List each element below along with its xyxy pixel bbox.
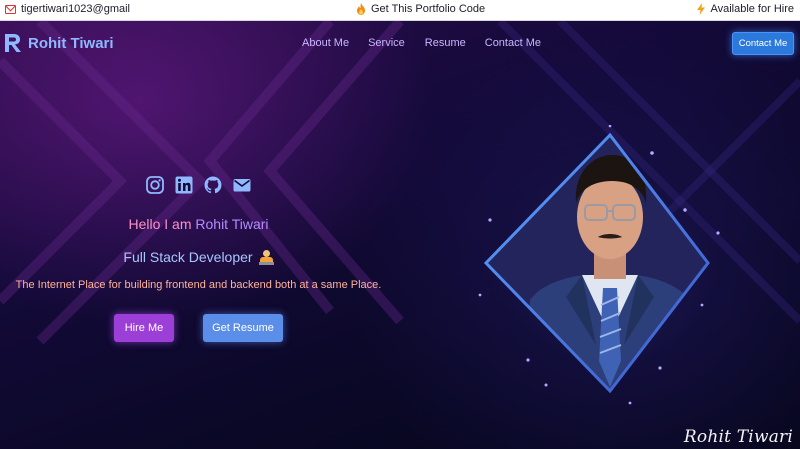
greeting-text: Hello I am xyxy=(128,216,192,232)
get-resume-button[interactable]: Get Resume xyxy=(203,314,283,342)
announcement-bar: tigertiwari1023@gmail Get This Portfolio… xyxy=(0,0,800,21)
linkedin-icon[interactable] xyxy=(174,175,194,195)
navbar: Rohit Tiwari About Me Service Resume Con… xyxy=(0,21,800,67)
available-for-hire: Available for Hire xyxy=(697,3,794,15)
fire-icon xyxy=(357,3,365,15)
logo-icon xyxy=(5,34,21,52)
portfolio-code-link[interactable]: Get This Portfolio Code xyxy=(356,3,485,15)
github-icon[interactable] xyxy=(203,175,223,195)
profile-portrait xyxy=(478,125,730,405)
role-title: Full Stack Developer xyxy=(123,249,253,265)
nav-link-about[interactable]: About Me xyxy=(302,37,349,49)
nav-link-service[interactable]: Service xyxy=(368,37,405,49)
social-links xyxy=(145,175,252,195)
nav-link-contact[interactable]: Contact Me xyxy=(485,37,541,49)
brand-logo[interactable]: Rohit Tiwari xyxy=(4,33,114,53)
email-icon[interactable] xyxy=(232,175,252,195)
greeting: Hello I am Rohit Tiwari xyxy=(0,216,397,232)
tagline: The Internet Place for building frontend… xyxy=(15,279,382,291)
email-link[interactable]: tigertiwari1023@gmail xyxy=(5,3,130,15)
available-for-hire-text: Available for Hire xyxy=(710,3,794,15)
nav-menu: About Me Service Resume Contact Me xyxy=(302,37,560,49)
hire-me-button[interactable]: Hire Me xyxy=(114,314,174,342)
email-text: tigertiwari1023@gmail xyxy=(21,3,130,15)
instagram-icon[interactable] xyxy=(145,175,165,195)
hero-name: Rohit Tiwari xyxy=(195,216,269,232)
mail-icon xyxy=(5,4,16,14)
signature: Rohit Tiwari xyxy=(683,427,793,447)
brand-name: Rohit Tiwari xyxy=(28,34,114,52)
role-line: Full Stack Developer xyxy=(0,249,397,265)
contact-me-button[interactable]: Contact Me xyxy=(732,32,794,55)
developer-emoji-icon xyxy=(258,249,274,265)
lightning-icon xyxy=(697,3,706,15)
nav-link-resume[interactable]: Resume xyxy=(425,37,466,49)
portfolio-code-text: Get This Portfolio Code xyxy=(371,3,486,15)
